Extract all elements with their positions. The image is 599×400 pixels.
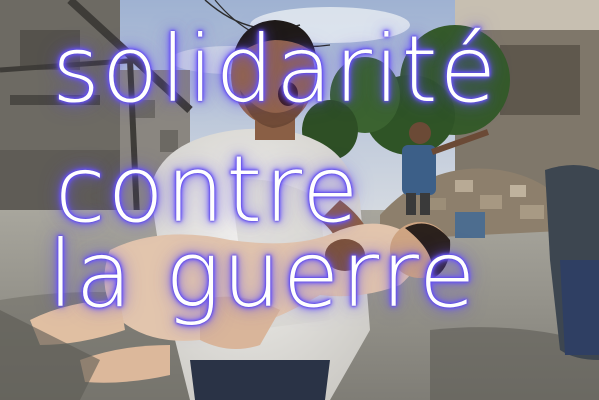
- war-scene-illustration: [0, 0, 599, 400]
- war-scene-photo: [0, 0, 599, 400]
- blue-bucket: [455, 212, 485, 238]
- solidarity-poster: solidarité contre la guerre: [0, 0, 599, 400]
- background-man: [402, 145, 436, 195]
